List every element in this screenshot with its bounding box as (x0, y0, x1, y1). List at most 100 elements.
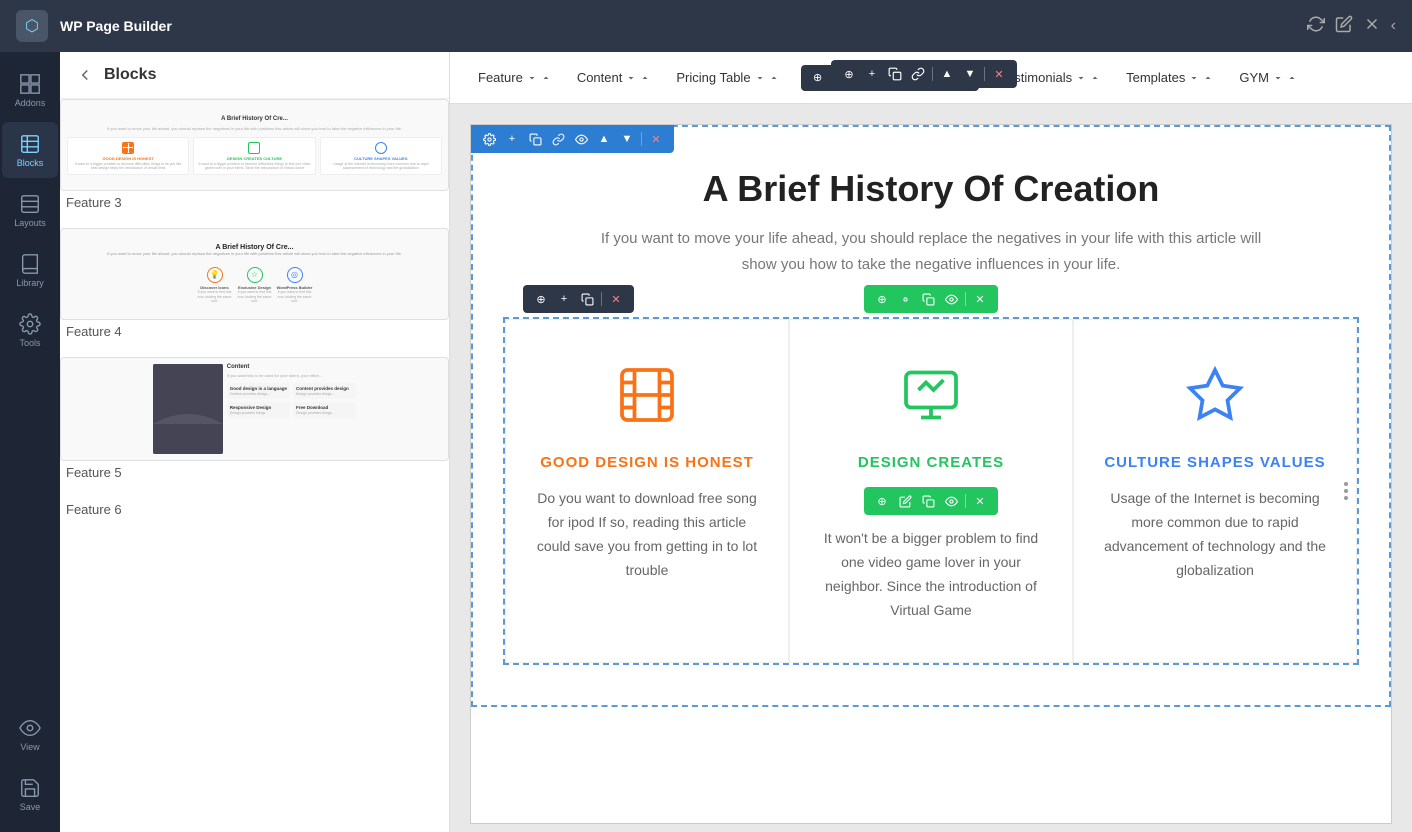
row-toolbar-add[interactable]: + (554, 289, 574, 309)
row-toolbar-clone[interactable] (577, 289, 597, 309)
sidebar-item-tools[interactable]: Tools (2, 302, 58, 358)
col2-toolbar-delete[interactable]: ✕ (970, 491, 990, 511)
block-group-feature6: Feature 6 (60, 498, 449, 523)
back-icon[interactable] (76, 66, 94, 84)
content-inner: A Brief History Of Creation If you want … (473, 127, 1389, 705)
app-title: WP Page Builder (60, 18, 172, 34)
feature4-preview[interactable]: A Brief History Of Cre... If you want to… (60, 228, 449, 320)
sidebar-item-blocks[interactable]: Blocks (2, 122, 58, 178)
sidebar-view-label: View (20, 742, 39, 752)
top-nav: ⊕ + ▲ ▼ ✕ Feature (450, 52, 1412, 104)
more-options-icon[interactable] (1344, 482, 1348, 500)
block-group-feature5: Content If you want this to be used for … (60, 357, 449, 486)
col-toolbar-clone[interactable] (918, 289, 938, 309)
col3-title: CULTURE SHAPES VALUES (1104, 454, 1326, 471)
menu-feature-label: Feature (478, 70, 523, 85)
section-toolbar-gear[interactable] (479, 129, 499, 149)
section-toolbar: + ▲ ▼ ✕ (471, 125, 674, 153)
header-icons: ‹ (1307, 15, 1396, 38)
sidebar-item-view[interactable]: View (2, 706, 58, 762)
canvas: + ▲ ▼ ✕ (450, 104, 1412, 832)
col2-toolbar-eye[interactable] (941, 491, 961, 511)
menu-content-label: Content (577, 70, 623, 85)
sidebar-item-addons[interactable]: Addons (2, 62, 58, 118)
col-toolbar-move[interactable]: ⊕ (872, 289, 892, 309)
menu-item-pricing[interactable]: Pricing Table (664, 52, 790, 104)
row-toolbar-delete[interactable]: ✕ (606, 289, 626, 309)
collapse-panel-icon[interactable]: ‹ (1391, 17, 1396, 35)
blocks-panel-title: Blocks (104, 66, 156, 84)
feature3-label: Feature 3 (60, 191, 449, 216)
section-title: A Brief History Of Creation (503, 167, 1359, 210)
sidebar-nav: Addons Blocks Layouts Library (0, 52, 60, 832)
column-3: CULTURE SHAPES VALUES Usage of the Inter… (1073, 319, 1357, 663)
toolbar-delete-btn[interactable]: ✕ (989, 64, 1009, 84)
col1-title: GOOD DESIGN IS HONEST (536, 454, 758, 471)
chevron-up-icon (769, 73, 779, 83)
col2-desc: It won't be a bigger problem to find one… (820, 527, 1042, 622)
col-toolbar-settings[interactable] (895, 289, 915, 309)
col2-title: DESIGN CREATES (820, 454, 1042, 471)
toolbar-link-btn[interactable] (908, 64, 928, 84)
chevron-down-icon (755, 73, 765, 83)
menu-pricing-label: Pricing Table (676, 70, 750, 85)
refresh-icon[interactable] (1307, 15, 1325, 38)
edit-icon[interactable] (1335, 15, 1353, 38)
col-toolbar-eye[interactable] (941, 289, 961, 309)
sidebar-tools-label: Tools (19, 338, 40, 348)
col2-toolbar-clone[interactable] (918, 491, 938, 511)
menu-item-gym[interactable]: GYM (1227, 52, 1309, 104)
sidebar-blocks-label: Blocks (17, 158, 44, 168)
chevron-down-icon (626, 73, 636, 83)
section-toolbar-eye[interactable] (571, 129, 591, 149)
section-toolbar-up[interactable]: ▲ (594, 129, 614, 149)
sidebar-item-layouts[interactable]: Layouts (2, 182, 58, 238)
column-2: DESIGN CREATES ⊕ (789, 319, 1073, 663)
sidebar-item-save[interactable]: Save (2, 766, 58, 822)
chevron-up-icon (1203, 73, 1213, 83)
feature5-label: Feature 5 (60, 461, 449, 486)
row-toolbar-move[interactable]: ⊕ (531, 289, 551, 309)
toolbar-add-btn[interactable]: + (862, 64, 882, 84)
block-group-feature3: A Brief History Of Cre... If you want to… (60, 99, 449, 216)
menu-templates-label: Templates (1126, 70, 1185, 85)
sidebar-save-label: Save (20, 802, 41, 812)
feature4-label: Feature 4 (60, 320, 449, 345)
feature6-label: Feature 6 (60, 498, 449, 523)
section-toolbar-add[interactable]: + (502, 129, 522, 149)
section-toolbar-down[interactable]: ▼ (617, 129, 637, 149)
chevron-down-icon (1273, 73, 1283, 83)
menu-item-feature[interactable]: Feature (466, 52, 563, 104)
sidebar-addons-label: Addons (15, 98, 46, 108)
menu-item-templates[interactable]: Templates (1114, 52, 1225, 104)
toolbar-clone-btn[interactable] (885, 64, 905, 84)
canvas-row-toolbar: ⊕ + ▲ ▼ ✕ (831, 60, 1017, 88)
col1-desc: Do you want to download free song for ip… (536, 487, 758, 582)
page-canvas: + ▲ ▼ ✕ (470, 124, 1392, 824)
section-toolbar-clone[interactable] (525, 129, 545, 149)
chevron-up-icon (640, 73, 650, 83)
col2-toolbar-edit[interactable] (895, 491, 915, 511)
feature3-preview[interactable]: A Brief History Of Cre... If you want to… (60, 99, 449, 191)
col-toolbar-delete[interactable]: ✕ (970, 289, 990, 309)
sidebar-library-label: Library (16, 278, 44, 288)
menu-item-content[interactable]: Content (565, 52, 663, 104)
toolbar-up-btn[interactable]: ▲ (937, 64, 957, 84)
toolbar-down-btn[interactable]: ▼ (960, 64, 980, 84)
section-toolbar-link[interactable] (548, 129, 568, 149)
sidebar-item-library[interactable]: Library (2, 242, 58, 298)
chevron-down-icon (527, 73, 537, 83)
feature5-preview[interactable]: Content If you want this to be used for … (60, 357, 449, 461)
chevron-up-icon (1287, 73, 1297, 83)
section-toolbar-delete[interactable]: ✕ (646, 129, 666, 149)
chevron-down-icon (1189, 73, 1199, 83)
nav-toolbar-move[interactable]: ⊕ (808, 68, 828, 88)
close-icon[interactable] (1363, 15, 1381, 38)
toolbar-move-btn[interactable]: ⊕ (839, 64, 859, 84)
col2-toolbar-move[interactable]: ⊕ (872, 491, 892, 511)
row-dark-toolbar: ⊕ + ✕ (523, 285, 634, 313)
columns-green-toolbar: ⊕ (864, 285, 998, 313)
column-1: GOOD DESIGN IS HONEST Do you want to dow… (505, 319, 789, 663)
block-group-feature4: A Brief History Of Cre... If you want to… (60, 228, 449, 345)
blocks-panel-header: Blocks (60, 52, 449, 99)
